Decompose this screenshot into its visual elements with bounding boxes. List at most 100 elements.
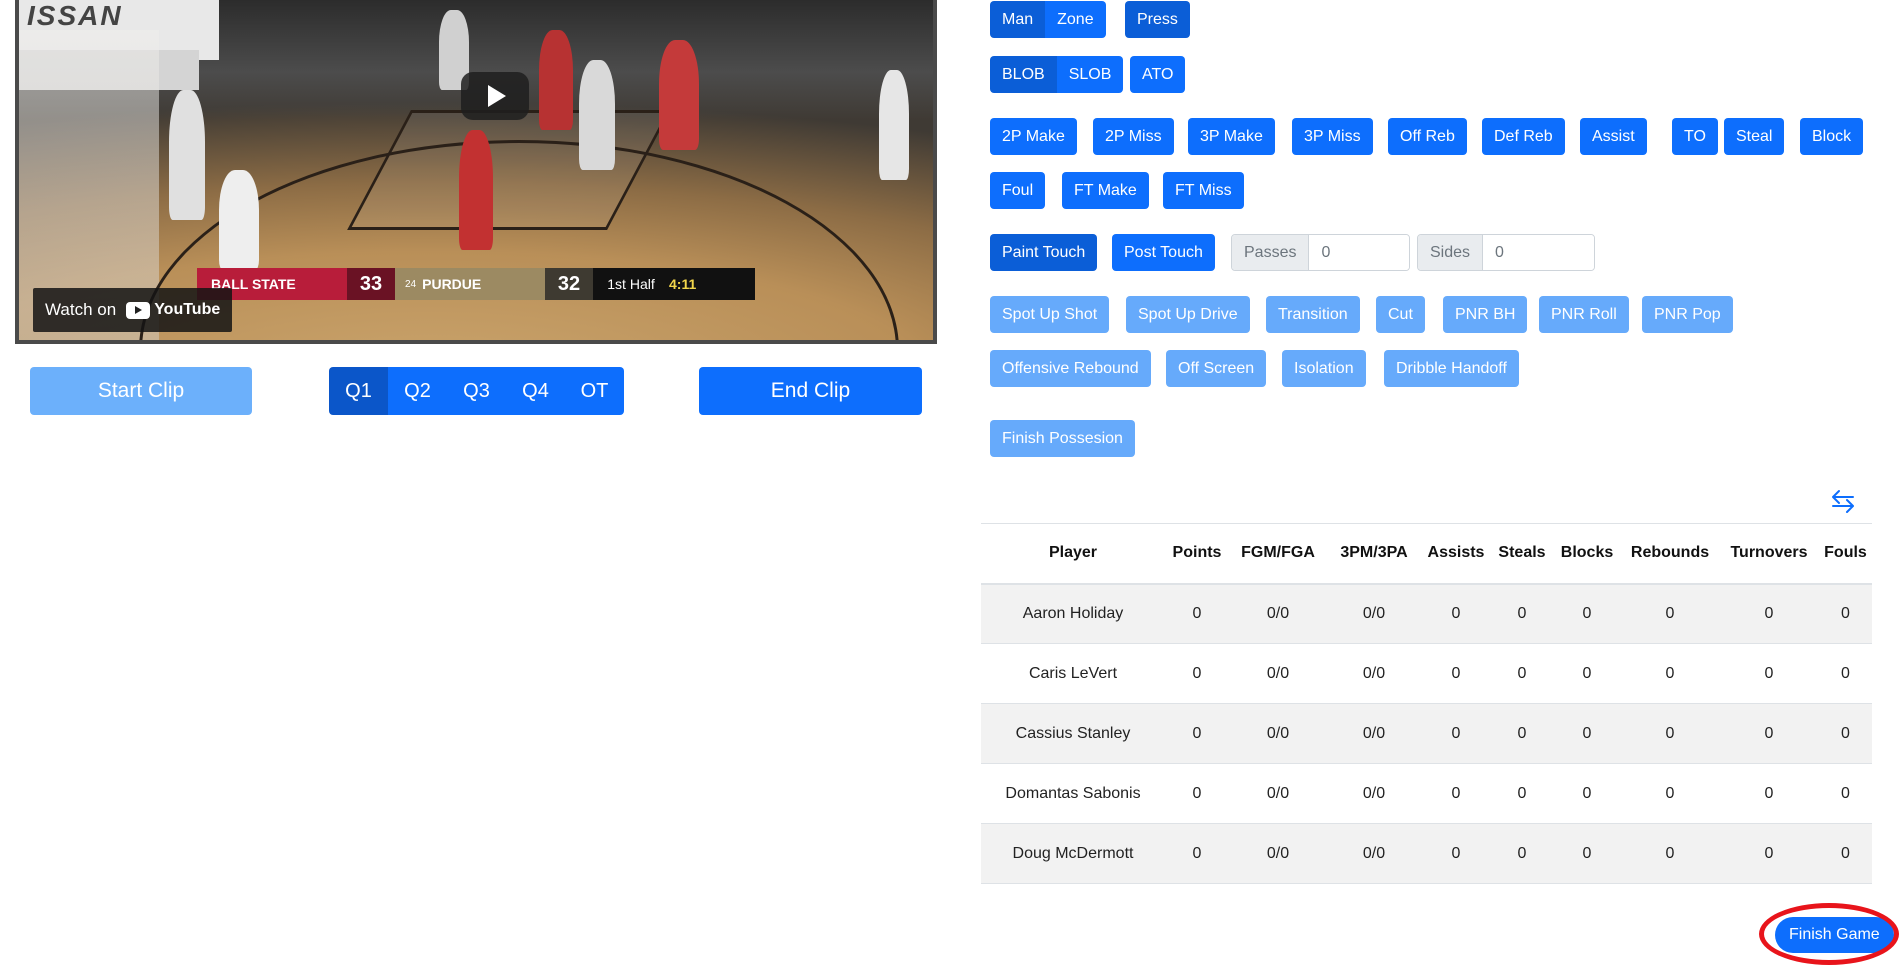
scorebug-period: 1st Half [593,268,669,300]
player-name-cell: Caris LeVert [981,643,1165,704]
end-clip-button[interactable]: End Clip [699,367,922,415]
steals-cell: 0 [1491,823,1553,884]
table-row: Domantas Sabonis 0 0/0 0/0 0 0 0 0 0 0 [981,763,1872,824]
video-player[interactable]: ISSAN BALL STATE 33 24 PURDUE 32 1st Hal… [15,0,937,344]
steal-button[interactable]: Steal [1724,118,1785,155]
points-cell: 0 [1165,823,1229,884]
column-header-3pm-3pa[interactable]: 3PM/3PA [1327,523,1421,585]
fouls-cell: 0 [1819,763,1872,824]
player-name-cell: Domantas Sabonis [981,763,1165,824]
3pm-3pa-cell: 0/0 [1327,583,1421,644]
sides-input[interactable] [1483,235,1594,270]
blocks-cell: 0 [1553,823,1621,884]
cut-button[interactable]: Cut [1376,296,1425,333]
3p-make-button[interactable]: 3P Make [1188,118,1275,155]
ft-make-button[interactable]: FT Make [1062,172,1149,209]
2p-miss-button[interactable]: 2P Miss [1093,118,1174,155]
turnover-button[interactable]: TO [1672,118,1718,155]
fgm-fga-cell: 0/0 [1229,703,1327,764]
quarter-button-q4[interactable]: Q4 [506,367,565,415]
turnovers-cell: 0 [1719,643,1819,704]
table-row: Aaron Holiday 0 0/0 0/0 0 0 0 0 0 0 [981,583,1872,644]
youtube-logo-icon: YouTube [126,301,220,319]
block-button[interactable]: Block [1800,118,1864,155]
quarter-selector: Q1 Q2 Q3 Q4 OT [329,367,624,415]
table-row: Doug McDermott 0 0/0 0/0 0 0 0 0 0 0 [981,823,1872,884]
press-button[interactable]: Press [1125,1,1190,38]
scorebug-team2-rank: 24 [405,278,417,290]
ft-miss-button[interactable]: FT Miss [1163,172,1244,209]
pnr-pop-button[interactable]: PNR Pop [1642,296,1733,333]
3pm-3pa-cell: 0/0 [1327,763,1421,824]
pnr-bh-button[interactable]: PNR BH [1443,296,1528,333]
column-header-blocks[interactable]: Blocks [1553,523,1621,585]
column-header-steals[interactable]: Steals [1491,523,1553,585]
zone-button[interactable]: Zone [1045,1,1106,38]
column-header-fouls[interactable]: Fouls [1819,523,1872,585]
spot-up-shot-button[interactable]: Spot Up Shot [990,296,1110,333]
def-reb-button[interactable]: Def Reb [1482,118,1565,155]
steals-cell: 0 [1491,643,1553,704]
play-icon[interactable] [461,72,529,120]
fouls-cell: 0 [1819,823,1872,884]
offensive-rebound-button[interactable]: Offensive Rebound [990,350,1151,387]
points-cell: 0 [1165,703,1229,764]
column-header-player[interactable]: Player [981,523,1165,585]
turnovers-cell: 0 [1719,583,1819,644]
fgm-fga-cell: 0/0 [1229,643,1327,704]
pnr-roll-button[interactable]: PNR Roll [1539,296,1629,333]
finish-possession-button[interactable]: Finish Possesion [990,420,1135,457]
turnovers-cell: 0 [1719,763,1819,824]
watch-on-label: Watch on [45,300,117,319]
steals-cell: 0 [1491,583,1553,644]
rebounds-cell: 0 [1621,583,1719,644]
column-header-rebounds[interactable]: Rebounds [1621,523,1719,585]
assist-button[interactable]: Assist [1580,118,1647,155]
column-header-assists[interactable]: Assists [1421,523,1491,585]
column-header-turnovers[interactable]: Turnovers [1719,523,1819,585]
steals-cell: 0 [1491,763,1553,824]
swap-arrows-icon[interactable] [1830,488,1856,514]
foul-button[interactable]: Foul [990,172,1046,209]
3pm-3pa-cell: 0/0 [1327,643,1421,704]
scorebug-clock: 4:11 [669,268,755,300]
3pm-3pa-cell: 0/0 [1327,703,1421,764]
assists-cell: 0 [1421,703,1491,764]
blocks-cell: 0 [1553,763,1621,824]
blocks-cell: 0 [1553,643,1621,704]
ato-button[interactable]: ATO [1130,56,1186,93]
slob-button[interactable]: SLOB [1056,56,1124,93]
turnovers-cell: 0 [1719,703,1819,764]
points-cell: 0 [1165,583,1229,644]
off-reb-button[interactable]: Off Reb [1388,118,1467,155]
finish-game-button[interactable]: Finish Game [1775,917,1894,953]
off-screen-button[interactable]: Off Screen [1166,350,1267,387]
quarter-button-q2[interactable]: Q2 [388,367,447,415]
quarter-button-q3[interactable]: Q3 [447,367,506,415]
youtube-label: YouTube [154,301,221,318]
2p-make-button[interactable]: 2P Make [990,118,1077,155]
quarter-button-q1[interactable]: Q1 [329,367,388,415]
turnovers-cell: 0 [1719,823,1819,884]
fouls-cell: 0 [1819,703,1872,764]
assists-cell: 0 [1421,823,1491,884]
transition-button[interactable]: Transition [1266,296,1360,333]
spot-up-drive-button[interactable]: Spot Up Drive [1126,296,1250,333]
column-header-fgm-fga[interactable]: FGM/FGA [1229,523,1327,585]
paint-touch-button[interactable]: Paint Touch [990,234,1098,271]
dribble-handoff-button[interactable]: Dribble Handoff [1384,350,1519,387]
start-clip-button[interactable]: Start Clip [30,367,252,415]
column-header-points[interactable]: Points [1165,523,1229,585]
3p-miss-button[interactable]: 3P Miss [1292,118,1373,155]
man-button[interactable]: Man [990,1,1046,38]
blob-button[interactable]: BLOB [990,56,1057,93]
post-touch-button[interactable]: Post Touch [1112,234,1215,271]
passes-input[interactable] [1309,235,1409,270]
blocks-cell: 0 [1553,583,1621,644]
passes-input-group: Passes [1231,234,1410,271]
quarter-button-ot[interactable]: OT [565,367,624,415]
passes-label: Passes [1232,235,1310,270]
isolation-button[interactable]: Isolation [1282,350,1366,387]
player-name-cell: Doug McDermott [981,823,1165,884]
watch-on-youtube-link[interactable]: Watch on YouTube [33,288,233,332]
